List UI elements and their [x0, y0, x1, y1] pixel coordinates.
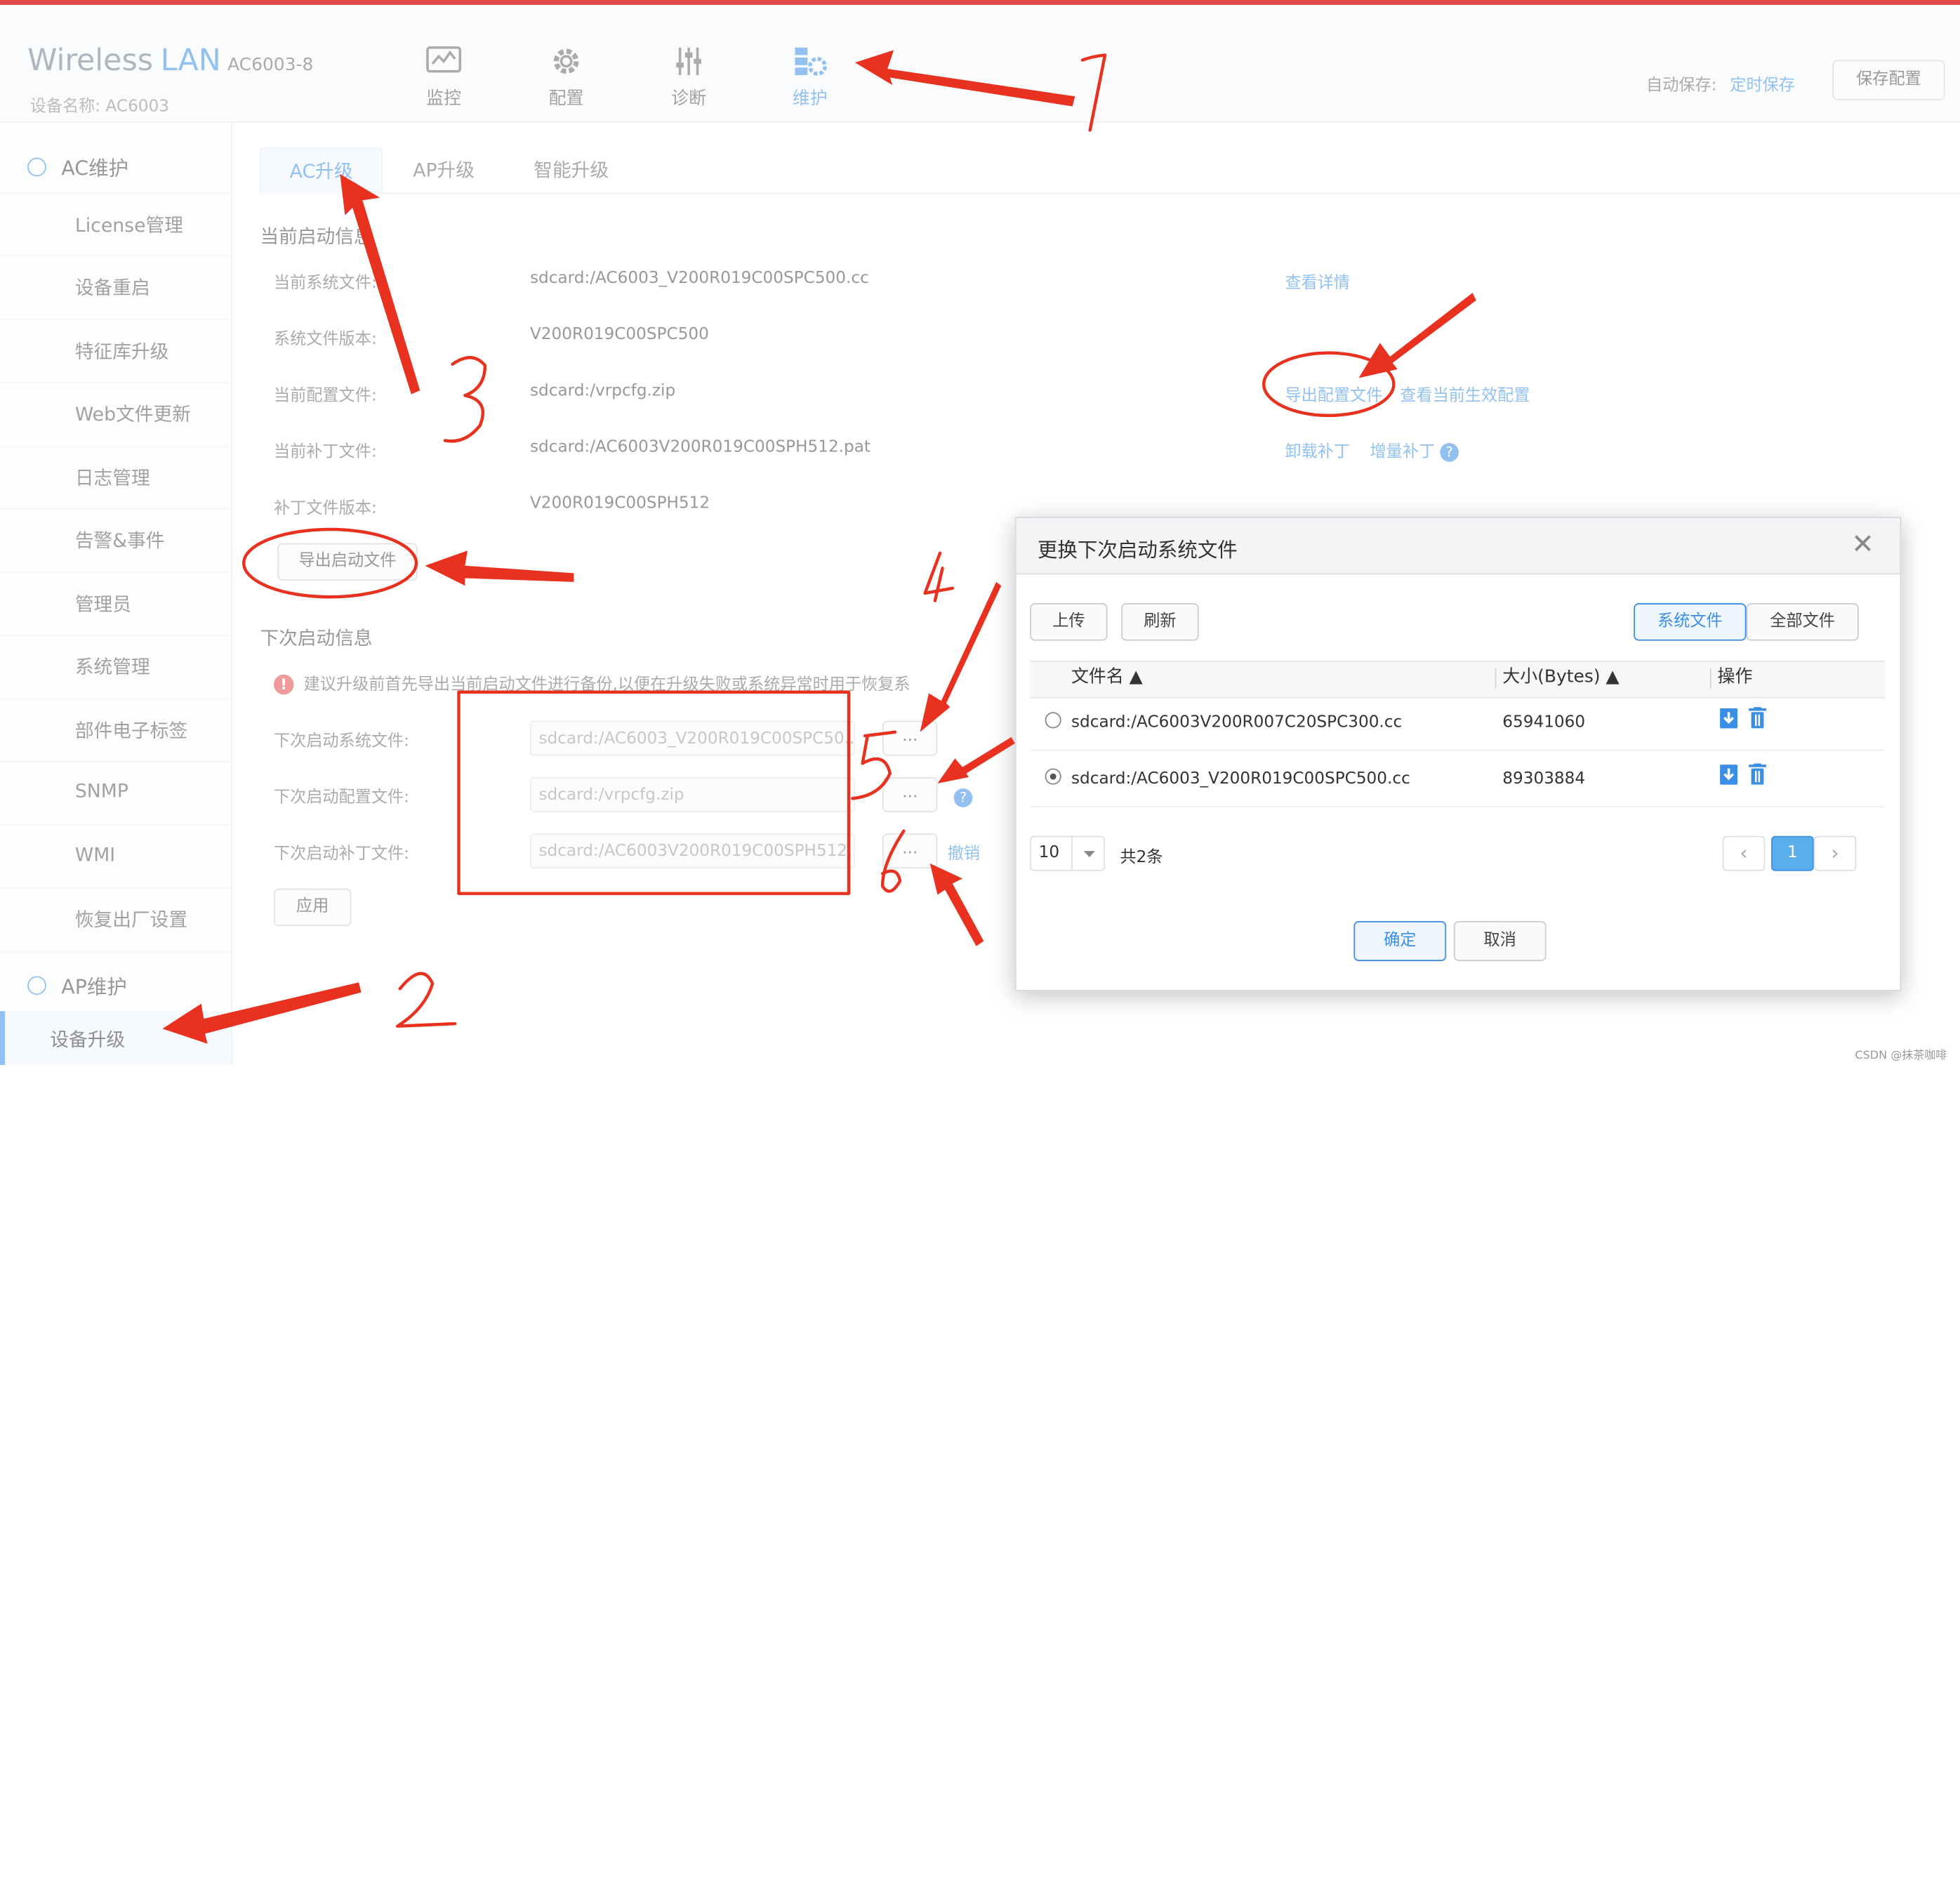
- page-1-button[interactable]: 1: [1771, 835, 1814, 871]
- cancel-button[interactable]: 取消: [1453, 920, 1547, 961]
- download-icon[interactable]: [1719, 763, 1738, 786]
- refresh-button[interactable]: 刷新: [1121, 603, 1199, 641]
- change-system-file-dialog: 更换下次启动系统文件 ✕ 上传 刷新 系统文件 全部文件 文件名 ▲ 大小(By…: [1014, 517, 1902, 991]
- next-page-button[interactable]: ›: [1813, 835, 1857, 871]
- file-table-header: [1030, 661, 1886, 699]
- table-row: sdcard:/AC6003V200R007C20SPC300.cc: [1071, 713, 1403, 732]
- divider: [1495, 668, 1497, 689]
- ok-button[interactable]: 确定: [1353, 920, 1447, 961]
- col-size[interactable]: 大小(Bytes) ▲: [1502, 661, 1619, 694]
- trash-icon[interactable]: [1749, 707, 1766, 729]
- upload-button[interactable]: 上传: [1030, 603, 1108, 641]
- filter-system-files[interactable]: 系统文件: [1634, 603, 1747, 641]
- chevron-down-icon: [1071, 837, 1106, 870]
- select-radio[interactable]: [1045, 768, 1061, 785]
- file-size: 65941060: [1502, 713, 1586, 732]
- filter-all-files[interactable]: 全部文件: [1746, 603, 1859, 641]
- select-radio[interactable]: [1045, 712, 1061, 729]
- prev-page-button[interactable]: ‹: [1722, 835, 1766, 871]
- trash-icon[interactable]: [1749, 763, 1766, 785]
- table-row: sdcard:/AC6003_V200R019C00SPC500.cc: [1071, 769, 1410, 788]
- divider: [1030, 805, 1886, 807]
- dialog-title: 更换下次启动系统文件: [1037, 538, 1238, 562]
- divider: [1709, 668, 1711, 689]
- top-accent-bar: [0, 0, 1960, 6]
- download-icon[interactable]: [1719, 707, 1738, 729]
- watermark: CSDN @抹茶咖啡: [1855, 1050, 1947, 1063]
- page-size-select[interactable]: 10: [1030, 835, 1106, 871]
- file-size: 89303884: [1502, 769, 1586, 788]
- page: Wireless LAN AC6003-8 设备名称: AC6003 监控 配置 …: [0, 0, 1960, 1065]
- col-action: 操作: [1717, 667, 1753, 687]
- close-icon[interactable]: ✕: [1851, 529, 1874, 561]
- total-count: 共2条: [1120, 848, 1163, 868]
- col-file-name[interactable]: 文件名 ▲: [1071, 661, 1143, 694]
- divider: [1030, 749, 1886, 751]
